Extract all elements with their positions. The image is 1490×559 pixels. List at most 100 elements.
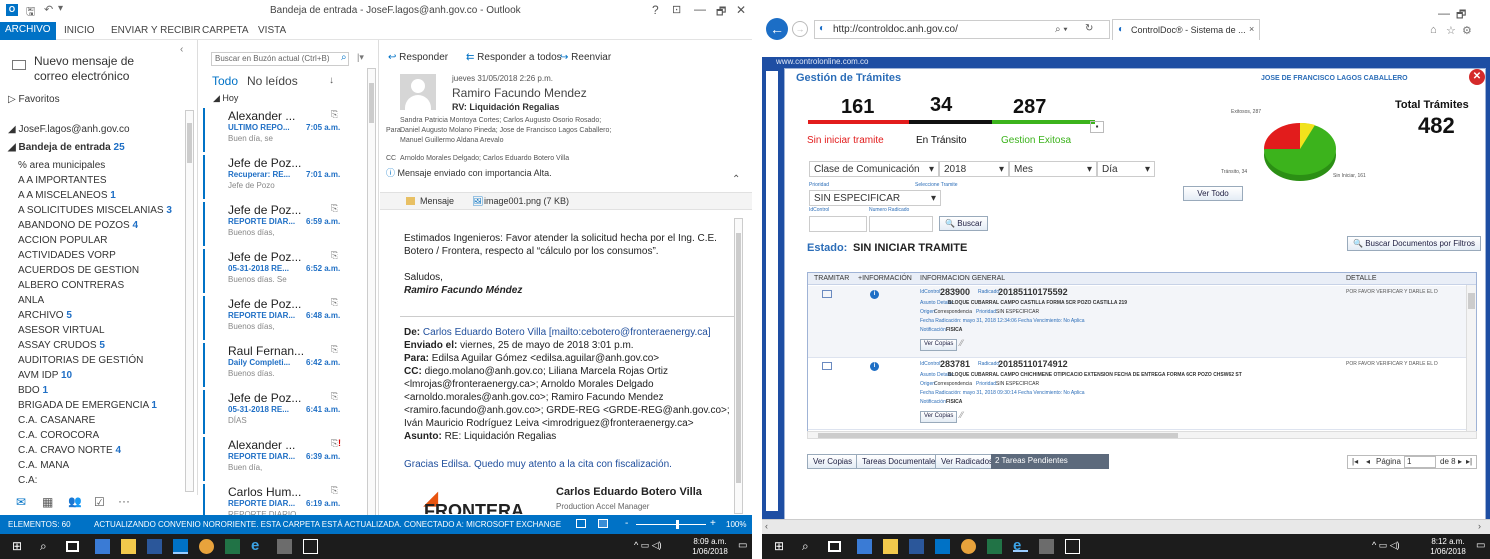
store-icon[interactable] bbox=[121, 539, 136, 554]
word-icon[interactable] bbox=[909, 539, 924, 554]
folder-item[interactable]: C.A: bbox=[18, 475, 37, 486]
tab-vista[interactable]: VISTA bbox=[258, 25, 286, 36]
reply-button[interactable]: ↩ Responder bbox=[388, 52, 448, 63]
folder-item[interactable]: ASSAY CRUDOS 5 bbox=[18, 340, 105, 351]
tab-inicio[interactable]: INICIO bbox=[64, 25, 95, 36]
browser-tab[interactable]: ◐ ControlDoc® - Sistema de ... × bbox=[1112, 19, 1260, 40]
tramitar-icon[interactable] bbox=[822, 362, 832, 370]
message-item[interactable]: Alexander ... ULTIMO REPO... 7:05 a.m. Buen… bbox=[203, 106, 371, 158]
collapse-header-icon[interactable]: ⌃ bbox=[732, 174, 740, 185]
search-button[interactable]: 🔍 Buscar bbox=[939, 216, 989, 231]
sort-arrow-icon[interactable]: ↓ bbox=[329, 75, 334, 86]
table-scroll-thumb[interactable] bbox=[1468, 293, 1475, 309]
message-tab[interactable]: Mensaje bbox=[420, 196, 454, 206]
folder-item[interactable]: ASESOR VIRTUAL bbox=[18, 325, 105, 336]
back-button[interactable]: ← bbox=[766, 18, 788, 40]
message-item[interactable]: Jefe de Poz... 05-31-2018 RE... 6:41 a.m. D… bbox=[203, 388, 371, 440]
year-select[interactable]: 2018 ▾ bbox=[939, 161, 1009, 177]
save-icon[interactable]: 🖫 bbox=[26, 3, 35, 22]
search-scope-dropdown-icon[interactable]: |▾ bbox=[357, 52, 364, 63]
folder-item[interactable]: ANLA bbox=[18, 295, 44, 306]
filter-search-button[interactable]: 🔍 Buscar Documentos por Filtros bbox=[1347, 236, 1482, 251]
zoom-slider-thumb[interactable] bbox=[676, 520, 679, 529]
settings-gear-icon[interactable]: ⚙ bbox=[1462, 24, 1472, 37]
notifications-icon[interactable]: ▭ bbox=[738, 540, 747, 551]
info-icon[interactable]: i bbox=[870, 362, 879, 371]
taskbar-clock[interactable]: 8:09 a.m. 1/06/2018 bbox=[688, 537, 732, 557]
class-select[interactable]: Clase de Comunicación ▾ bbox=[809, 161, 939, 177]
folder-item[interactable]: ACCION POPULAR bbox=[18, 235, 107, 246]
quote-cc-3[interactable]: <arnoldo.morales@anh.gov.co>; Ramiro Fac… bbox=[404, 391, 664, 404]
restore-button[interactable]: 🗗 bbox=[716, 3, 726, 22]
word-icon[interactable] bbox=[147, 539, 162, 554]
folder-item[interactable]: A A MISCELANEOS 1 bbox=[18, 190, 116, 201]
app-icon[interactable] bbox=[1039, 539, 1054, 554]
scroll-right-icon[interactable]: › bbox=[1478, 521, 1481, 531]
folder-item[interactable]: AUDITORIAS DE GESTIÓN bbox=[18, 355, 143, 366]
ie-minimize-button[interactable]: — bbox=[1438, 6, 1450, 20]
table-hscrollbar[interactable] bbox=[807, 431, 1477, 439]
idcontrol-input[interactable] bbox=[809, 216, 867, 232]
tab-archivo[interactable]: ARCHIVO bbox=[0, 22, 56, 40]
message-item[interactable]: Jefe de Poz... 05-31-2018 RE... 6:52 a.m. B… bbox=[203, 247, 371, 299]
minimize-button[interactable]: — bbox=[694, 2, 706, 16]
table-row[interactable]: i IdControl: 283781 Radicado: 20185110174912… bbox=[808, 358, 1466, 430]
close-button[interactable]: ✕ bbox=[736, 3, 746, 17]
tasks-nav-icon[interactable]: ☑ bbox=[94, 495, 105, 509]
refresh-icon[interactable]: ↻ bbox=[1085, 23, 1093, 34]
folder-item[interactable]: A SOLICITUDES MISCELANIAS 3 bbox=[18, 205, 172, 216]
search-taskbar-icon[interactable]: ⌕ bbox=[802, 539, 817, 554]
folder-scrollbar[interactable] bbox=[185, 110, 194, 492]
tray-icons[interactable]: ^ ▭ ◁) bbox=[1372, 540, 1400, 551]
tramitar-icon[interactable] bbox=[822, 290, 832, 298]
group-today[interactable]: ◢ Hoy bbox=[213, 93, 238, 104]
normal-view-icon[interactable] bbox=[576, 519, 586, 528]
windows-start-icon[interactable]: ⊞ bbox=[774, 539, 789, 554]
scroll-left-icon[interactable]: ‹ bbox=[765, 521, 768, 531]
reply-all-button[interactable]: ⇇ Responder a todos bbox=[466, 52, 562, 63]
expand-button[interactable]: ▪ bbox=[1090, 121, 1104, 133]
reading-scroll-thumb[interactable] bbox=[736, 233, 741, 483]
internet-explorer-icon[interactable]: e bbox=[1013, 537, 1028, 554]
ribbon-display-button[interactable]: ⊡ bbox=[672, 3, 681, 16]
reading-view-icon[interactable] bbox=[598, 519, 608, 528]
message-item[interactable]: Jefe de Poz... REPORTE DIAR... 6:48 a.m. Bu… bbox=[203, 294, 371, 346]
zoom-out-icon[interactable]: - bbox=[625, 518, 628, 529]
folder-item[interactable]: C.A. CASANARE bbox=[18, 415, 95, 426]
folder-item[interactable]: AVM IDP 10 bbox=[18, 370, 72, 381]
table-row[interactable]: i IdControl: 283900 Radicado: 20185110175592… bbox=[808, 286, 1466, 358]
excel-icon[interactable] bbox=[987, 539, 1002, 554]
zoom-in-icon[interactable]: + bbox=[710, 518, 716, 529]
calendar-nav-icon[interactable]: ▦ bbox=[42, 495, 53, 509]
message-item[interactable]: Jefe de Poz... Recuperar: RE... 7:01 a.m. J… bbox=[203, 153, 371, 205]
outlook-taskbar-icon[interactable] bbox=[935, 539, 950, 554]
next-page-icon[interactable]: ▸ bbox=[1458, 457, 1462, 466]
message-item[interactable]: Raul Fernan... Daily Completi... 6:42 a.m.… bbox=[203, 341, 371, 393]
folder-item[interactable]: ARCHIVO 5 bbox=[18, 310, 72, 321]
quote-cc-2[interactable]: <lmrojas@fronteraenergy.ca>; Arnoldo Mor… bbox=[404, 378, 654, 391]
taskbar-clock[interactable]: 8:12 a.m. 1/06/2018 bbox=[1426, 537, 1470, 557]
message-scrollbar[interactable] bbox=[367, 68, 376, 516]
quick-access-dropdown-icon[interactable]: ▾ bbox=[58, 3, 63, 14]
tasks-button[interactable]: Tareas Documentales bbox=[856, 454, 946, 469]
quote-to[interactable]: Edilsa Aguilar Gómez <edilsa.aguilar@anh… bbox=[432, 353, 659, 364]
info-icon[interactable]: i bbox=[870, 290, 879, 299]
quote-cc-1[interactable]: diego.molano@anh.gov.co; Liliana Marcela… bbox=[425, 366, 668, 377]
address-search-icon[interactable]: ⌕ ▾ bbox=[1055, 24, 1068, 35]
home-icon[interactable]: ⌂ bbox=[1430, 24, 1437, 36]
last-page-icon[interactable]: ▸| bbox=[1466, 457, 1472, 466]
view-all-button[interactable]: Ver Todo bbox=[1183, 186, 1243, 201]
folder-item[interactable]: ACTIVIDADES VORP bbox=[18, 250, 116, 261]
task-view-icon[interactable] bbox=[66, 541, 79, 552]
folder-item[interactable]: BRIGADA DE EMERGENCIA 1 bbox=[18, 400, 157, 411]
file-explorer-icon[interactable] bbox=[95, 539, 110, 554]
tab-carpeta[interactable]: CARPETA bbox=[202, 25, 249, 36]
table-hscroll-thumb[interactable] bbox=[818, 433, 1178, 438]
notifications-icon[interactable]: ▭ bbox=[1476, 540, 1485, 551]
message-item[interactable]: Jefe de Poz... REPORTE DIAR... 6:59 a.m. Bu… bbox=[203, 200, 371, 252]
first-page-icon[interactable]: |◂ bbox=[1352, 457, 1358, 466]
prev-page-icon[interactable]: ◂ bbox=[1366, 457, 1370, 466]
folder-item[interactable]: C.A. COROCORA bbox=[18, 430, 99, 441]
search-input[interactable]: Buscar en Buzón actual (Ctrl+B) bbox=[211, 52, 349, 66]
outlook-taskbar-icon[interactable] bbox=[173, 539, 188, 554]
